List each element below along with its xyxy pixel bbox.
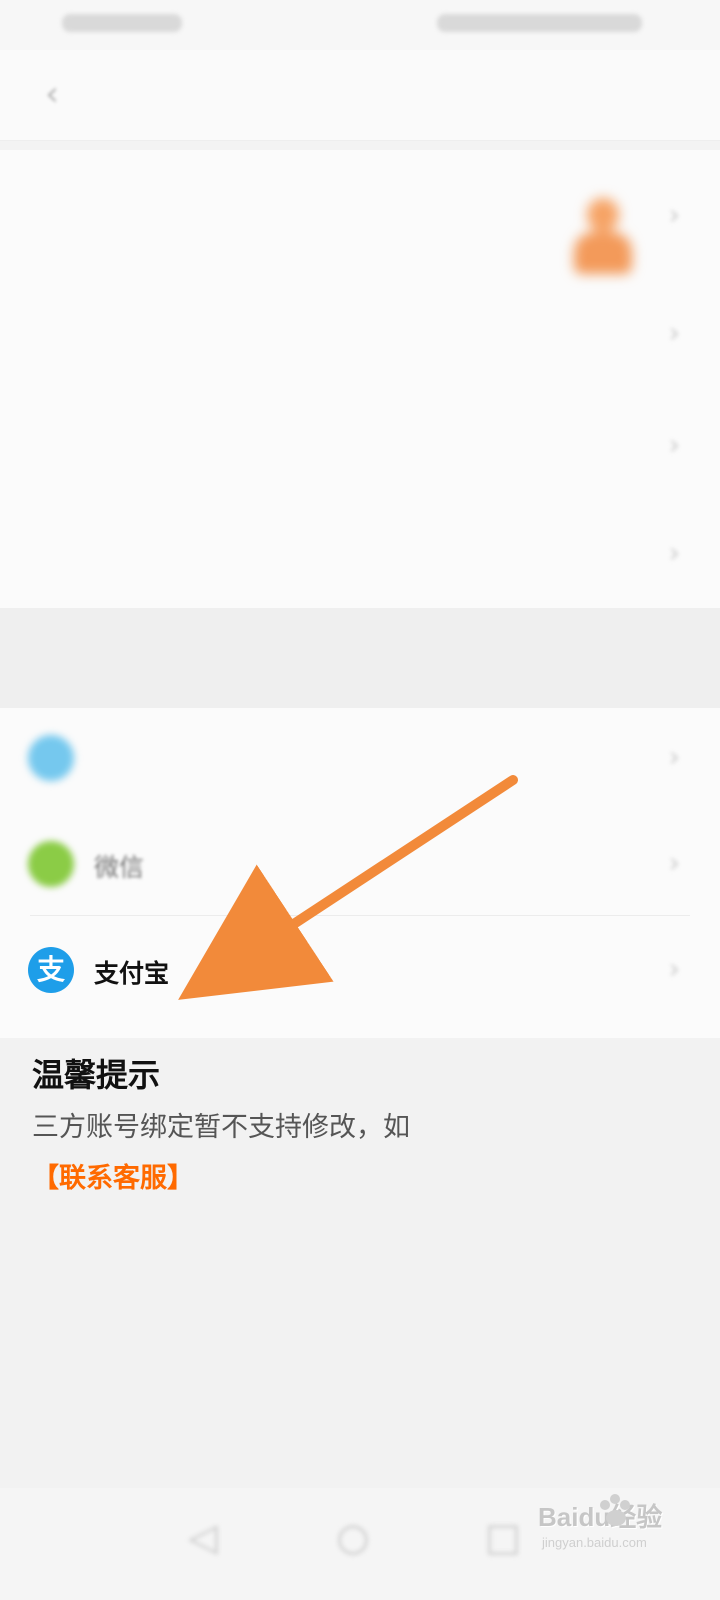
row-divider bbox=[30, 915, 690, 916]
avatar-body bbox=[574, 232, 632, 274]
avatar[interactable] bbox=[574, 198, 632, 274]
chevron-right-icon: › bbox=[668, 952, 680, 985]
nav-home-icon[interactable]: ○ bbox=[332, 1516, 374, 1558]
top-app-bar: ‹ bbox=[0, 50, 720, 141]
bind-row-wechat[interactable]: 微信 › bbox=[0, 814, 720, 920]
settings-row-nickname[interactable]: › bbox=[0, 280, 720, 388]
bind-row-label: 支付宝 bbox=[94, 959, 170, 988]
account-bind-list: › 微信 › 支 支付宝 › bbox=[0, 708, 720, 1038]
bind-row-phone[interactable]: › bbox=[0, 708, 720, 814]
status-bar bbox=[0, 0, 720, 50]
phone-icon bbox=[28, 735, 74, 781]
tips-text-clear: 三方账号绑定暂不支持修改，如 bbox=[32, 1112, 410, 1143]
account-info-screen: ‹ › › › › › 微信 › 支 支付宝 › 温馨提示 三方账号绑定暂不支持… bbox=[0, 0, 720, 1600]
watermark-domain: jingyan.baidu.com bbox=[542, 1535, 647, 1550]
chevron-right-icon: › bbox=[668, 198, 680, 231]
wechat-icon bbox=[28, 841, 74, 887]
nav-back-icon[interactable]: ◁ bbox=[182, 1516, 224, 1558]
chevron-right-icon: › bbox=[668, 428, 680, 461]
settings-row-member[interactable]: › bbox=[0, 392, 720, 500]
chevron-right-icon: › bbox=[668, 316, 680, 349]
chevron-right-icon: › bbox=[668, 536, 680, 569]
nav-recent-icon[interactable]: □ bbox=[482, 1516, 524, 1558]
avatar-head bbox=[587, 198, 619, 232]
chevron-right-icon: › bbox=[668, 740, 680, 773]
account-settings-list: › › › › bbox=[0, 150, 720, 608]
baidu-paw-icon bbox=[600, 1494, 630, 1526]
settings-row-avatar[interactable]: › bbox=[0, 162, 720, 274]
bind-row-alipay[interactable]: 支 支付宝 › bbox=[0, 920, 720, 1026]
settings-row-personal[interactable]: › bbox=[0, 500, 720, 608]
alipay-icon: 支 bbox=[28, 947, 74, 993]
tips-text: 三方账号绑定暂不支持修改，如 bbox=[32, 1106, 682, 1150]
bind-section-header bbox=[0, 608, 720, 708]
chevron-right-icon: › bbox=[668, 846, 680, 879]
status-bar-right bbox=[437, 14, 642, 32]
back-icon[interactable]: ‹ bbox=[30, 72, 74, 116]
tips-title: 温馨提示 bbox=[32, 1056, 161, 1094]
bind-row-label: 微信 bbox=[94, 853, 145, 882]
status-bar-left bbox=[62, 14, 182, 32]
baidu-watermark: Baidu经验 jingyan.baidu.com bbox=[538, 1494, 698, 1567]
tips-section: 温馨提示 三方账号绑定暂不支持修改，如 【联系客服】 bbox=[0, 1038, 720, 1488]
contact-service-link[interactable]: 【联系客服】 bbox=[32, 1156, 194, 1195]
